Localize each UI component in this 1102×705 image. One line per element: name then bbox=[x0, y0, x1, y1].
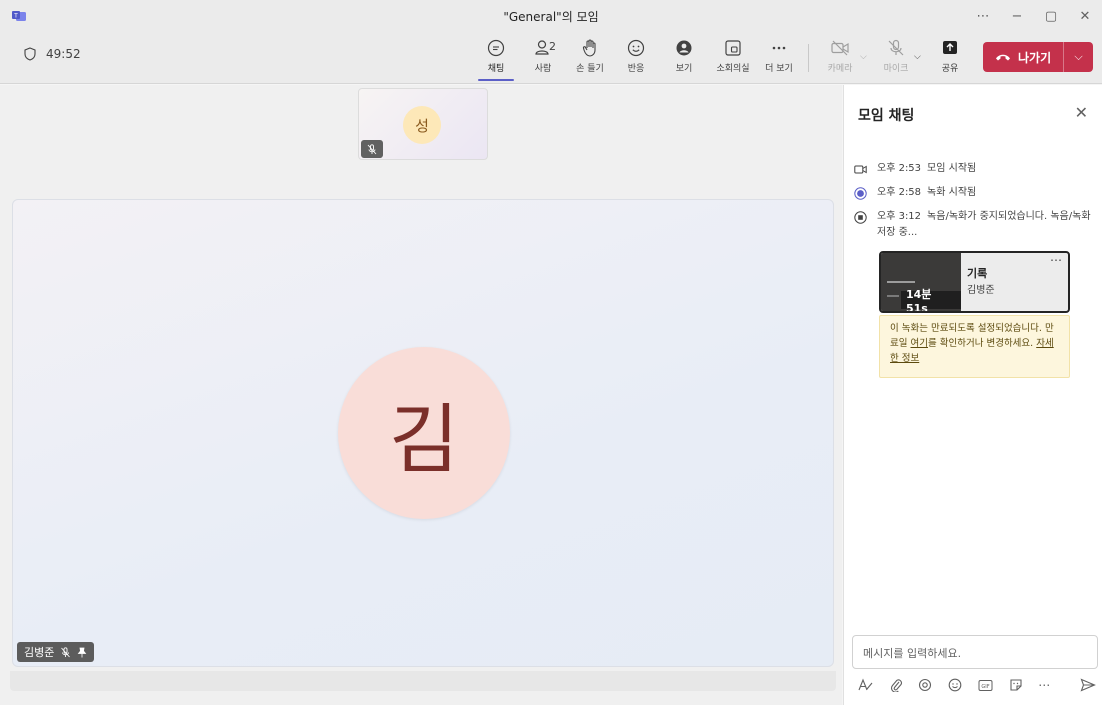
recording-duration: 14분 51s bbox=[901, 288, 961, 311]
timer-value: 49:52 bbox=[46, 47, 81, 61]
view-label: 보기 bbox=[675, 64, 693, 74]
mic-label: 마이크 bbox=[883, 64, 909, 74]
event-time: 오후 3:12 bbox=[877, 211, 922, 222]
close-window-button[interactable]: ✕ bbox=[1068, 0, 1102, 32]
recording-thumbnail: 14분 51s bbox=[881, 253, 961, 311]
shield-icon bbox=[24, 47, 36, 61]
more-options-icon[interactable]: ⋯ bbox=[1038, 678, 1050, 692]
share-icon bbox=[943, 41, 957, 54]
chat-button[interactable]: 채팅 bbox=[474, 38, 518, 81]
more-options-button[interactable]: ⋯ bbox=[966, 0, 1000, 32]
mic-off-icon bbox=[61, 646, 71, 657]
react-button[interactable]: 반응 bbox=[614, 38, 658, 78]
camera-off-icon bbox=[831, 40, 849, 56]
chat-panel-title: 모임 채팅 bbox=[858, 108, 915, 124]
leave-main[interactable]: 나가기 bbox=[983, 49, 1063, 66]
meeting-toolbar: 49:52 채팅 2 사람 손 들기 반응 보기 소회의실 더 보기 카메라 ⌵… bbox=[0, 32, 1102, 84]
recording-owner: 김병준 bbox=[967, 285, 995, 296]
phone-hangup-icon bbox=[996, 54, 1010, 61]
chat-event-recording-started: 오후 2:58 녹화 시작됨 bbox=[854, 185, 976, 201]
thumbnail-avatar: 성 bbox=[403, 106, 441, 144]
meeting-chat-panel: 모임 채팅 ✕ 오후 2:53 모임 시작됨 오후 2:58 녹화 시작됨 오후 3… bbox=[843, 85, 1102, 705]
more-actions-button[interactable]: 더 보기 bbox=[757, 38, 801, 78]
view-button[interactable]: 보기 bbox=[662, 38, 706, 78]
window-controls: ⋯ − ▢ ✕ bbox=[966, 0, 1102, 32]
event-time: 오후 2:53 bbox=[877, 163, 922, 174]
format-icon[interactable] bbox=[858, 678, 874, 692]
emoji-icon[interactable] bbox=[948, 678, 962, 692]
event-text: 녹화 시작됨 bbox=[927, 187, 977, 198]
chat-event-recording-stopped: 오후 3:12 녹음/녹화가 중지되었습니다. 녹음/녹화 저장 중... bbox=[854, 209, 1092, 241]
camera-options-chevron-icon[interactable]: ⌵ bbox=[860, 52, 867, 62]
loop-icon[interactable] bbox=[918, 678, 932, 692]
minimize-button[interactable]: − bbox=[1000, 0, 1034, 32]
mic-off-icon bbox=[367, 143, 377, 154]
recording-title: 기록 bbox=[967, 267, 988, 280]
compose-toolbar: GIF ⋯ bbox=[858, 675, 1096, 695]
svg-text:GIF: GIF bbox=[981, 684, 989, 690]
people-count: 2 bbox=[549, 40, 556, 53]
window-title: "General"의 모임 bbox=[503, 10, 599, 24]
people-button[interactable]: 2 사람 bbox=[521, 38, 565, 78]
mic-button[interactable]: 마이크 bbox=[874, 38, 918, 78]
view-icon bbox=[676, 40, 692, 56]
maximize-button[interactable]: ▢ bbox=[1034, 0, 1068, 32]
mic-options-chevron-icon[interactable]: ⌵ bbox=[914, 52, 921, 62]
chat-label: 채팅 bbox=[487, 64, 505, 74]
meeting-stage: 성 김 김병준 bbox=[0, 85, 842, 705]
recording-card[interactable]: 14분 51s 기록 김병준 ⋯ bbox=[879, 251, 1070, 313]
share-button[interactable]: 공유 bbox=[928, 38, 972, 78]
gif-icon[interactable]: GIF bbox=[978, 679, 993, 692]
people-label: 사람 bbox=[534, 64, 552, 74]
meeting-timer: 49:52 bbox=[24, 47, 81, 61]
hand-icon bbox=[582, 39, 596, 57]
breakout-rooms-icon bbox=[725, 40, 741, 56]
raise-hand-label: 손 들기 bbox=[576, 64, 604, 74]
attach-icon[interactable] bbox=[890, 678, 903, 692]
main-video-tile[interactable]: 김 김병준 bbox=[12, 199, 834, 667]
event-time: 오후 2:58 bbox=[877, 187, 922, 198]
title-bar: T "General"의 모임 ⋯ − ▢ ✕ bbox=[0, 0, 1102, 32]
chat-event-meeting-started: 오후 2:53 모임 시작됨 bbox=[854, 161, 976, 177]
leave-button[interactable]: 나가기 ⌵ bbox=[983, 42, 1093, 72]
stage-bottom-strip bbox=[10, 671, 836, 691]
smiley-icon bbox=[627, 39, 645, 57]
leave-options-chevron-icon[interactable]: ⌵ bbox=[1064, 50, 1093, 64]
more-icon bbox=[772, 46, 786, 50]
close-chat-icon[interactable]: ✕ bbox=[1075, 103, 1088, 122]
participant-name-tag: 김병준 bbox=[17, 642, 95, 662]
stop-record-icon bbox=[854, 211, 867, 224]
record-icon bbox=[854, 187, 867, 200]
raise-hand-button[interactable]: 손 들기 bbox=[568, 38, 612, 78]
react-label: 반응 bbox=[627, 64, 645, 74]
chat-icon bbox=[487, 39, 505, 57]
pin-icon bbox=[78, 647, 87, 657]
toolbar-divider bbox=[808, 44, 809, 72]
main-avatar: 김 bbox=[338, 347, 510, 519]
message-compose-box[interactable]: 메시지를 입력하세요. bbox=[852, 635, 1098, 669]
notice-here-link[interactable]: 여기 bbox=[911, 338, 928, 349]
muted-badge bbox=[361, 140, 383, 158]
camera-label: 카메라 bbox=[827, 64, 853, 74]
share-label: 공유 bbox=[941, 64, 959, 74]
breakout-rooms-button[interactable]: 소회의실 bbox=[711, 38, 755, 78]
leave-label: 나가기 bbox=[1018, 50, 1052, 65]
send-icon[interactable] bbox=[1080, 678, 1096, 692]
breakout-rooms-label: 소회의실 bbox=[716, 64, 750, 74]
camera-button[interactable]: 카메라 bbox=[818, 38, 862, 78]
more-label: 더 보기 bbox=[765, 64, 793, 74]
participant-name: 김병준 bbox=[24, 646, 55, 659]
active-indicator bbox=[478, 79, 514, 81]
notice-text-2: 를 확인하거나 변경하세요. bbox=[927, 338, 1037, 349]
expiration-notice: 이 녹화는 만료되도록 설정되었습니다. 만료일 여기를 확인하거나 변경하세요… bbox=[879, 315, 1070, 378]
recording-more-button[interactable]: ⋯ bbox=[1050, 253, 1062, 267]
participant-thumbnail[interactable]: 성 bbox=[358, 88, 488, 160]
event-text: 모임 시작됨 bbox=[927, 163, 977, 174]
mic-off-icon bbox=[888, 39, 904, 56]
camera-icon bbox=[854, 165, 867, 174]
sticker-icon[interactable] bbox=[1009, 678, 1023, 692]
